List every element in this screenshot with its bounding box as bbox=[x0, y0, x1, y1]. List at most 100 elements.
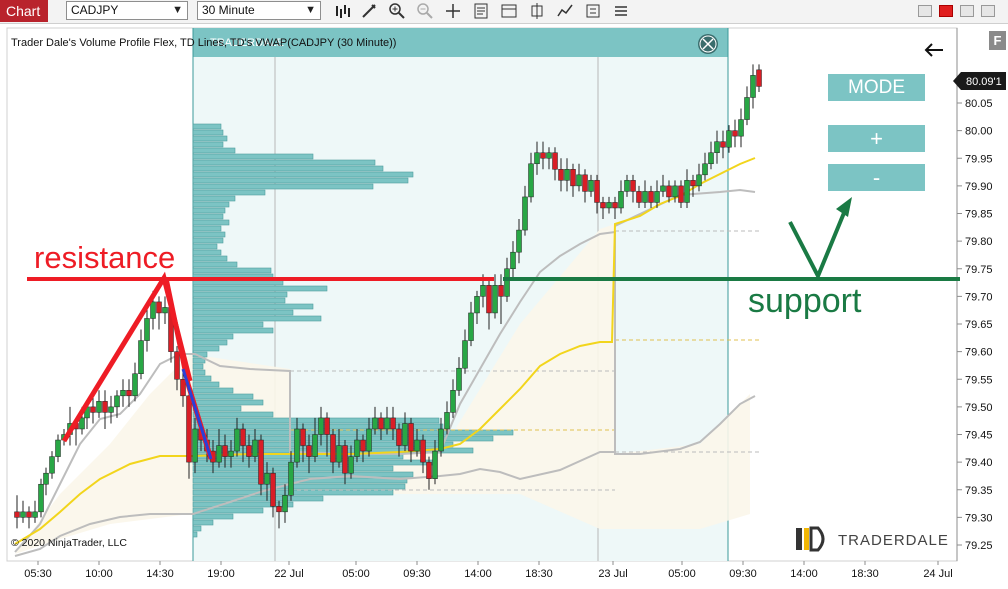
close-session-button[interactable] bbox=[698, 34, 718, 54]
timeframe-select[interactable]: 30 Minute ▼ bbox=[197, 1, 321, 20]
candle-body bbox=[384, 417, 390, 430]
y-tick-label: 79.60 bbox=[965, 347, 993, 359]
candle-body bbox=[264, 472, 270, 485]
candle-body bbox=[234, 428, 240, 452]
list-icon[interactable] bbox=[612, 2, 630, 20]
y-tick-label: 79.45 bbox=[965, 430, 993, 442]
minus-button[interactable]: - bbox=[828, 164, 925, 191]
profile-bar bbox=[192, 375, 212, 382]
candle-body bbox=[258, 439, 264, 485]
plus-button[interactable]: + bbox=[828, 125, 925, 152]
instrument-value: CADJPY bbox=[71, 3, 119, 17]
candle-body bbox=[462, 340, 468, 369]
zoom-out-icon[interactable] bbox=[416, 2, 434, 20]
candle-body bbox=[636, 191, 642, 203]
candle-body bbox=[32, 511, 38, 518]
profile-bar bbox=[192, 393, 254, 400]
candle-body bbox=[354, 439, 360, 457]
profile-bar bbox=[192, 309, 294, 316]
mode-button[interactable]: MODE bbox=[828, 74, 925, 101]
profile-bar bbox=[192, 219, 230, 226]
candle-body bbox=[522, 196, 528, 231]
timeframe-value: 30 Minute bbox=[202, 3, 255, 17]
candle-body bbox=[252, 439, 258, 457]
candle-body bbox=[372, 417, 378, 430]
candle-body bbox=[38, 483, 44, 513]
profile-bar bbox=[192, 171, 414, 178]
candle-body bbox=[312, 434, 318, 457]
candle-body bbox=[49, 456, 55, 474]
x-tick-label: 24 Jul bbox=[923, 568, 952, 580]
crosshair-icon[interactable] bbox=[444, 2, 462, 20]
profile-bar bbox=[192, 315, 322, 322]
profile-bar bbox=[192, 147, 236, 154]
price-axis[interactable]: 80.05 80.00 79.95 79.90 79.85 79.80 79.75 79.70… bbox=[957, 98, 993, 552]
chart-tab[interactable]: Chart bbox=[0, 0, 48, 22]
profile-bar bbox=[192, 339, 228, 346]
candle-body bbox=[276, 506, 282, 513]
y-tick-label: 79.85 bbox=[965, 209, 993, 221]
y-tick-label: 79.25 bbox=[965, 540, 993, 552]
candle-body bbox=[516, 229, 522, 253]
properties-icon[interactable] bbox=[472, 2, 490, 20]
candle-body bbox=[702, 163, 708, 176]
close-window-button[interactable] bbox=[939, 5, 953, 17]
candle-body bbox=[474, 296, 480, 314]
profile-bar bbox=[192, 243, 218, 250]
candle-body bbox=[480, 285, 486, 297]
zoom-in-icon[interactable] bbox=[388, 2, 406, 20]
candle-body bbox=[180, 379, 186, 397]
candle-body bbox=[270, 472, 276, 507]
candle-body bbox=[324, 417, 330, 435]
instrument-select[interactable]: CADJPY ▼ bbox=[66, 1, 188, 20]
x-tick-label: 09:30 bbox=[729, 568, 757, 580]
indicator-icon[interactable] bbox=[556, 2, 574, 20]
x-tick-label: 18:30 bbox=[525, 568, 553, 580]
profile-bar bbox=[192, 153, 314, 160]
time-axis[interactable]: 05:30 10:00 14:30 19:00 22 Jul 05:00 09:30 14:0… bbox=[24, 561, 953, 580]
bars-icon[interactable] bbox=[333, 2, 351, 20]
candle-body bbox=[402, 423, 408, 446]
restore-button[interactable] bbox=[981, 5, 995, 17]
candle-body bbox=[408, 423, 414, 452]
y-tick-label: 80.00 bbox=[965, 126, 993, 138]
candle-body bbox=[414, 439, 420, 452]
maximize-button[interactable] bbox=[960, 5, 974, 17]
candle-body bbox=[624, 180, 630, 192]
y-tick-label: 79.90 bbox=[965, 181, 993, 193]
candle-body bbox=[282, 495, 288, 513]
profile-bar bbox=[192, 321, 264, 328]
support-label: support bbox=[748, 282, 862, 320]
candle-body bbox=[192, 428, 198, 463]
x-tick-label: 05:00 bbox=[342, 568, 370, 580]
f-button[interactable]: F bbox=[989, 31, 1006, 50]
candle-body bbox=[576, 174, 582, 187]
candle-body bbox=[108, 406, 114, 413]
candle-body bbox=[318, 417, 324, 435]
candle-body bbox=[660, 185, 666, 192]
price-chart[interactable]: TRADERDALE 80.05 80.00 79.95 79.90 79.85 79.8… bbox=[0, 24, 1008, 584]
chart-trader-icon[interactable] bbox=[528, 2, 546, 20]
candle-body bbox=[186, 395, 192, 463]
chart-panel[interactable]: TRADERDALE 80.05 80.00 79.95 79.90 79.85 79.8… bbox=[0, 24, 1008, 584]
profile-bar bbox=[192, 519, 214, 526]
candle-body bbox=[528, 163, 534, 198]
data-box-icon[interactable] bbox=[584, 2, 602, 20]
profile-bar bbox=[192, 123, 222, 130]
y-tick-label: 79.65 bbox=[965, 319, 993, 331]
profile-bar bbox=[192, 129, 224, 136]
profile-bar bbox=[192, 441, 454, 448]
minimize-button[interactable] bbox=[918, 5, 932, 17]
pencil-icon[interactable] bbox=[360, 2, 378, 20]
candle-body bbox=[174, 351, 180, 380]
candle-body bbox=[450, 390, 456, 413]
candle-body bbox=[564, 169, 570, 181]
candle-body bbox=[96, 401, 102, 413]
candle-body bbox=[426, 461, 432, 479]
candle-body bbox=[330, 434, 336, 463]
candle-body bbox=[570, 169, 576, 187]
candle-body bbox=[612, 202, 618, 209]
strategy-icon[interactable] bbox=[500, 2, 518, 20]
candle-body bbox=[222, 445, 228, 457]
candle-body bbox=[726, 130, 732, 148]
